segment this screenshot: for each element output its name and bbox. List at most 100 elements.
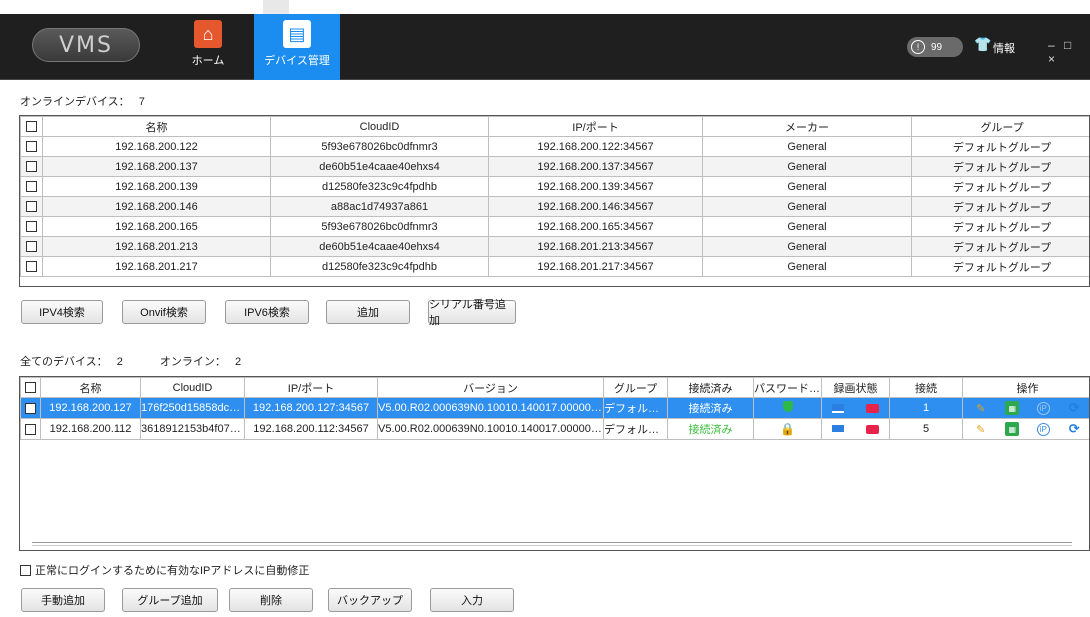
table-cell: デフォルトグループ: [911, 156, 1089, 177]
online-devices-table: 名称 CloudID IP/ポート メーカー グループ 192.168.200.…: [19, 115, 1090, 287]
ipv4-search-button[interactable]: IPV4検索: [21, 300, 103, 324]
table-header-row: 名称 CloudID IP/ポート バージョン グループ 接続済み パスワード状…: [20, 377, 1089, 398]
info-link[interactable]: 情報: [993, 40, 1015, 56]
row-checkbox[interactable]: [20, 236, 43, 257]
record-icon: [866, 424, 879, 434]
column-header[interactable]: 接続済み: [667, 377, 754, 398]
column-header[interactable]: 録画状態: [821, 377, 890, 398]
table-row[interactable]: 192.168.200.146 a88ac1d74937a861 192.168.2…: [20, 196, 1089, 217]
cloudid-cell: 176f250d15858dc7...: [140, 397, 245, 419]
home-icon: ⌂: [194, 20, 222, 48]
table-cell: 192.168.200.137: [42, 156, 271, 177]
online-devices-count: 7: [138, 96, 145, 108]
row-checkbox[interactable]: [20, 256, 43, 277]
table-cell: 192.168.200.165: [42, 216, 271, 237]
operations-group: ✎ ▦ iP ⟳: [964, 421, 1090, 436]
column-header[interactable]: 接続: [889, 377, 963, 398]
column-header[interactable]: IP/ポート: [244, 377, 378, 398]
qr-code-icon[interactable]: ▦: [1005, 401, 1020, 415]
table-row[interactable]: 192.168.200.112 3618912153b4f07b... 192.16…: [20, 418, 1090, 440]
edit-icon[interactable]: ✎: [974, 401, 988, 415]
connection-status-cell: 接続済み: [667, 418, 754, 440]
device-icon: ▤: [283, 20, 311, 48]
manual-add-button[interactable]: 手動追加: [21, 588, 105, 612]
all-devices-title: 全てのデバイス：: [20, 356, 108, 368]
notification-count: 99: [931, 41, 943, 53]
auto-fix-option[interactable]: 正常にログインするために有効なIPアドレスに自動修正: [20, 562, 309, 578]
table-cell: 192.168.200.146:34567: [488, 196, 703, 217]
column-header[interactable]: メーカー: [702, 116, 912, 137]
table-row[interactable]: 192.168.201.213 de60b51e4caae40ehxs4 192.1…: [20, 236, 1089, 257]
row-checkbox[interactable]: [20, 136, 43, 157]
app-logo: VMS: [32, 28, 140, 62]
column-header[interactable]: CloudID: [270, 116, 489, 137]
table-cell: General: [702, 216, 912, 237]
table-row[interactable]: 192.168.200.137 de60b51e4caae40ehxs4 192.1…: [20, 156, 1089, 177]
title-strip: [0, 0, 1090, 14]
table-row[interactable]: 192.168.200.165 5f93e678026bc0dfnmr3 192.1…: [20, 216, 1089, 237]
refresh-icon[interactable]: ⟳: [1067, 421, 1081, 436]
select-all-checkbox[interactable]: [20, 116, 43, 137]
monitor-icon: [832, 403, 844, 413]
column-header[interactable]: バージョン: [377, 377, 604, 398]
nav-home-label: ホーム: [191, 55, 225, 67]
ip-icon[interactable]: iP: [1036, 422, 1050, 436]
table-cell: de60b51e4caae40ehxs4: [270, 236, 489, 257]
table-row[interactable]: 192.168.200.127 176f250d15858dc7... 192.16…: [20, 397, 1090, 419]
table-cell: 192.168.201.217:34567: [488, 256, 703, 277]
column-header[interactable]: 名称: [40, 377, 141, 398]
import-button[interactable]: 入力: [430, 588, 514, 612]
connections-cell: 5: [889, 418, 963, 440]
row-checkbox[interactable]: [20, 176, 43, 197]
column-header[interactable]: グループ: [911, 116, 1089, 137]
row-checkbox[interactable]: [20, 156, 43, 177]
all-devices-label: 全てのデバイス： 2 オンライン： 2: [20, 353, 241, 369]
column-header[interactable]: CloudID: [140, 377, 245, 398]
nav-home-button[interactable]: ⌂ ホーム: [165, 14, 251, 80]
table-cell: 192.168.200.146: [42, 196, 271, 217]
password-state-cell: [753, 397, 822, 419]
notification-badge[interactable]: ! 99: [907, 37, 963, 57]
column-header[interactable]: パスワード状態: [753, 377, 822, 398]
window-controls[interactable]: – □ ×: [1048, 38, 1090, 66]
onvif-search-button[interactable]: Onvif検索: [122, 300, 206, 324]
table-cell: デフォルトグループ: [911, 236, 1089, 257]
column-header[interactable]: 操作: [962, 377, 1089, 398]
column-header[interactable]: IP/ポート: [488, 116, 703, 137]
operations-group: ✎ ▦ iP ⟳: [964, 400, 1090, 415]
horizontal-scrollbar[interactable]: [32, 542, 1072, 546]
ip-icon[interactable]: iP: [1036, 401, 1050, 415]
table-cell: 192.168.201.213:34567: [488, 236, 703, 257]
add-group-button[interactable]: グループ追加: [122, 588, 218, 612]
delete-button[interactable]: 削除: [229, 588, 313, 612]
monitor-icon: [832, 424, 844, 434]
row-checkbox[interactable]: [20, 397, 41, 419]
column-header[interactable]: 名称: [42, 116, 271, 137]
row-checkbox[interactable]: [20, 418, 41, 440]
table-row[interactable]: 192.168.200.122 5f93e678026bc0dfnmr3 192.1…: [20, 136, 1089, 157]
table-row[interactable]: 192.168.201.217 d12580fe323c9c4fpdhb 192.1…: [20, 256, 1089, 277]
qr-code-icon[interactable]: ▦: [1005, 422, 1020, 436]
backup-button[interactable]: バックアップ: [328, 588, 412, 612]
row-checkbox[interactable]: [20, 216, 43, 237]
shield-icon: [782, 401, 793, 412]
table-row[interactable]: 192.168.200.139 d12580fe323c9c4fpdhb 192.1…: [20, 176, 1089, 197]
skin-icon[interactable]: 👕: [974, 36, 991, 53]
ip-port-cell: 192.168.200.127:34567: [244, 397, 378, 419]
table-cell: de60b51e4caae40ehxs4: [270, 156, 489, 177]
add-button[interactable]: 追加: [326, 300, 410, 324]
serial-add-button[interactable]: シリアル番号追加: [428, 299, 516, 327]
column-header[interactable]: グループ: [603, 377, 668, 398]
table-cell: 192.168.200.122:34567: [488, 136, 703, 157]
select-all-checkbox[interactable]: [20, 377, 41, 398]
ipv6-search-button[interactable]: IPV6検索: [225, 300, 309, 324]
auto-fix-checkbox[interactable]: [20, 564, 31, 576]
table-cell: 5f93e678026bc0dfnmr3: [270, 216, 489, 237]
refresh-icon[interactable]: ⟳: [1067, 400, 1081, 415]
nav-device-management-button[interactable]: ▤ デバイス管理: [254, 14, 340, 80]
edit-icon[interactable]: ✎: [974, 422, 988, 436]
record-icon: [866, 403, 879, 413]
row-checkbox[interactable]: [20, 196, 43, 217]
table-cell: デフォルトグループ: [911, 136, 1089, 157]
version-cell: V5.00.R02.000639N0.10010.140017.0000000: [377, 397, 604, 419]
